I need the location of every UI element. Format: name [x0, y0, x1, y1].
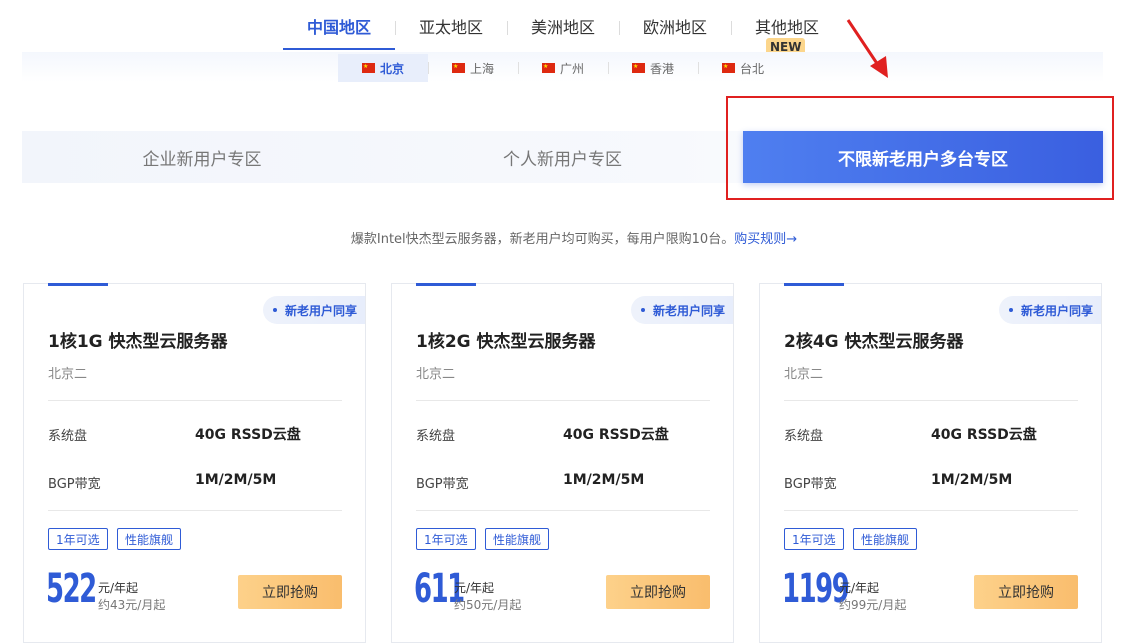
card-title: 1核1G 快杰型云服务器	[48, 332, 228, 352]
spec-value: 40G RSSD云盘	[195, 427, 301, 443]
card-accent	[48, 283, 108, 286]
product-card-1c2g: 新老用户同享 1核2G 快杰型云服务器 北京二 系统盘 40G RSSD云盘 B…	[391, 283, 734, 643]
zone-tab-enterprise[interactable]: 企业新用户专区	[22, 131, 382, 183]
card-badge: 新老用户同享	[262, 296, 365, 324]
spec-value: 40G RSSD云盘	[563, 427, 669, 443]
china-flag-icon: ★	[721, 63, 735, 73]
city-taipei[interactable]: ★ 台北	[698, 54, 788, 82]
spec-label: BGP带宽	[416, 477, 469, 492]
tab-asia-pacific[interactable]: 亚太地区	[395, 14, 507, 50]
price: 522	[46, 566, 97, 612]
region-tabs: 中国地区 亚太地区 美洲地区 欧洲地区 其他地区	[0, 0, 1148, 52]
product-card-1c1g: 新老用户同享 1核1G 快杰型云服务器 北京二 系统盘 40G RSSD云盘 B…	[23, 283, 366, 643]
divider	[48, 510, 342, 511]
spec-label: BGP带宽	[784, 477, 837, 492]
tag: 性能旗舰	[485, 528, 550, 550]
price-unit: 元/年起	[839, 581, 880, 595]
tag: 性能旗舰	[853, 528, 918, 550]
spec-label: BGP带宽	[48, 477, 101, 492]
annotation-arrow-icon	[846, 19, 888, 78]
tag: 1年可选	[48, 528, 108, 550]
card-zone: 北京二	[784, 367, 824, 382]
tag: 性能旗舰	[117, 528, 182, 550]
spec-label: 系统盘	[784, 429, 824, 444]
dot-icon	[1008, 308, 1013, 312]
divider	[416, 510, 710, 511]
divider	[784, 510, 1078, 511]
card-badge: 新老用户同享	[998, 296, 1101, 324]
card-badge: 新老用户同享	[630, 296, 733, 324]
highlight-box	[726, 96, 1114, 200]
price-monthly: 约43元/月起	[98, 598, 166, 612]
purchase-notice: 爆款Intel快杰型云服务器，新老用户均可购买，每用户限购10台。购买规则→	[0, 228, 1148, 247]
price-monthly: 约50元/月起	[454, 598, 522, 612]
city-hongkong[interactable]: ★ 香港	[608, 54, 698, 82]
card-title: 1核2G 快杰型云服务器	[416, 332, 596, 352]
tab-europe[interactable]: 欧洲地区	[619, 14, 731, 50]
card-title: 2核4G 快杰型云服务器	[784, 332, 964, 352]
city-shanghai[interactable]: ★ 上海	[428, 54, 518, 82]
city-beijing[interactable]: ★ 北京	[338, 54, 428, 82]
china-flag-icon: ★	[361, 63, 375, 73]
divider	[416, 400, 710, 401]
price-unit: 元/年起	[454, 581, 495, 595]
badge-label: 新老用户同享	[652, 303, 725, 318]
dot-icon	[640, 308, 645, 312]
tag: 1年可选	[784, 528, 844, 550]
purchase-rules-link[interactable]: 购买规则→	[734, 232, 797, 247]
card-zone: 北京二	[416, 367, 456, 382]
card-accent	[416, 283, 476, 286]
buy-button[interactable]: 立即抢购	[974, 575, 1078, 609]
city-label: 北京	[379, 61, 404, 76]
city-label: 广州	[559, 61, 584, 76]
city-label: 台北	[739, 61, 764, 76]
product-card-2c4g: 新老用户同享 2核4G 快杰型云服务器 北京二 系统盘 40G RSSD云盘 B…	[759, 283, 1102, 643]
price-monthly: 约99元/月起	[839, 598, 907, 612]
card-zone: 北京二	[48, 367, 88, 382]
city-label: 上海	[469, 61, 494, 76]
badge-label: 新老用户同享	[284, 303, 357, 318]
city-guangzhou[interactable]: ★ 广州	[518, 54, 608, 82]
spec-value: 1M/2M/5M	[563, 472, 645, 488]
spec-label: 系统盘	[416, 429, 456, 444]
china-flag-icon: ★	[451, 63, 465, 73]
spec-label: 系统盘	[48, 429, 88, 444]
badge-label: 新老用户同享	[1020, 303, 1093, 318]
divider	[784, 400, 1078, 401]
tab-china[interactable]: 中国地区	[283, 14, 395, 50]
notice-text: 爆款Intel快杰型云服务器，新老用户均可购买，每用户限购10台。	[350, 232, 735, 247]
buy-button[interactable]: 立即抢购	[238, 575, 342, 609]
divider	[48, 400, 342, 401]
dot-icon	[272, 308, 277, 312]
tag: 1年可选	[416, 528, 476, 550]
spec-value: 40G RSSD云盘	[931, 427, 1037, 443]
zone-tab-personal[interactable]: 个人新用户专区	[382, 131, 743, 183]
price-unit: 元/年起	[98, 581, 139, 595]
card-accent	[784, 283, 844, 286]
china-flag-icon: ★	[631, 63, 645, 73]
china-flag-icon: ★	[541, 63, 555, 73]
spec-value: 1M/2M/5M	[195, 472, 277, 488]
buy-button[interactable]: 立即抢购	[606, 575, 710, 609]
spec-value: 1M/2M/5M	[931, 472, 1013, 488]
city-label: 香港	[649, 61, 674, 76]
tab-americas[interactable]: 美洲地区	[507, 14, 619, 50]
